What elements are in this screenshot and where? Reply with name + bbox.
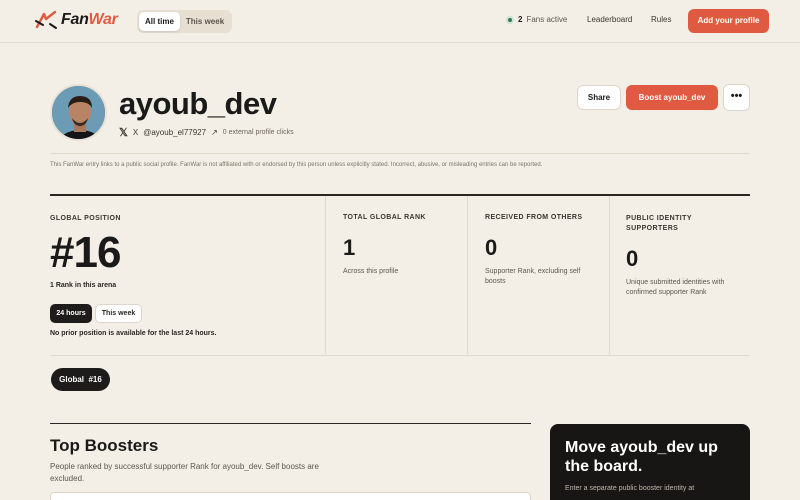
time-range-toggle: All time This week bbox=[137, 10, 233, 33]
global-position-value: #16 bbox=[50, 228, 121, 277]
total-rank-label: TOTAL GLOBAL RANK bbox=[343, 214, 426, 221]
top-bar bbox=[0, 0, 800, 43]
more-icon: ••• bbox=[730, 90, 743, 102]
status-dot-icon bbox=[506, 15, 514, 24]
supporters-value: 0 bbox=[626, 246, 639, 271]
external-link-icon[interactable]: ↗ bbox=[211, 128, 218, 137]
global-rank-badge[interactable]: Global #16 bbox=[51, 368, 110, 391]
supporters-sub: Unique submitted identities with confirm… bbox=[626, 279, 725, 296]
boosters-list bbox=[50, 492, 531, 500]
global-position-label: GLOBAL POSITION bbox=[50, 215, 121, 222]
top-boosters-description: People ranked by successful supporter Ra… bbox=[50, 462, 319, 483]
received-label: RECEIVED FROM OTHERS bbox=[485, 214, 583, 221]
tab-this-week[interactable]: This week bbox=[180, 12, 230, 31]
boost-promo-card: Move ayoub_dev up the board. Enter a sep… bbox=[550, 424, 750, 500]
badge-value: #16 bbox=[88, 375, 102, 384]
social-handle-row: 𝕏 X @ayoub_el77927 ↗ 0 external profile … bbox=[119, 126, 294, 139]
nav-leaderboard[interactable]: Leaderboard bbox=[587, 15, 632, 24]
platform-name: X bbox=[132, 128, 139, 137]
avatar-image bbox=[52, 86, 105, 139]
promo-title: Move ayoub_dev up the board. bbox=[565, 439, 718, 475]
social-handle-link[interactable]: @ayoub_el77927 bbox=[143, 128, 206, 137]
supporters-label: PUBLIC IDENTITY SUPPORTERS bbox=[626, 215, 692, 232]
badge-label: Global bbox=[59, 375, 85, 384]
received-sub: Supporter Rank, excluding self boosts bbox=[485, 268, 581, 285]
x-logo-icon: 𝕏 bbox=[119, 127, 128, 139]
disclaimer-text: This FanWar entry links to a public soci… bbox=[50, 162, 543, 168]
stats-top-rule bbox=[50, 194, 750, 196]
divider bbox=[50, 153, 750, 154]
fans-active-indicator: 2 Fans active bbox=[506, 15, 567, 24]
divider bbox=[50, 355, 750, 356]
total-rank-sub: Across this profile bbox=[343, 268, 399, 275]
fanwar-logo-icon bbox=[35, 10, 57, 29]
received-value: 0 bbox=[485, 235, 498, 260]
top-boosters-title: Top Boosters bbox=[50, 436, 159, 455]
rank-in-arena: 1 Rank in this arena bbox=[50, 282, 117, 289]
more-options-button[interactable]: ••• bbox=[723, 84, 750, 111]
brand-name: FanWar bbox=[61, 11, 118, 28]
profile-clicks-count: 0 external profile clicks bbox=[222, 129, 294, 136]
boost-button[interactable]: Boost ayoub_dev bbox=[626, 85, 718, 110]
stat-divider bbox=[325, 196, 326, 354]
fans-count: 2 bbox=[518, 15, 523, 24]
period-24h-tab[interactable]: 24 hours bbox=[50, 304, 92, 323]
boosters-rule bbox=[50, 423, 531, 424]
fans-label: Fans active bbox=[526, 15, 568, 24]
add-profile-button[interactable]: Add your profile bbox=[688, 9, 769, 33]
fanwar-logo[interactable]: FanWar bbox=[34, 10, 118, 30]
share-button[interactable]: Share bbox=[577, 85, 621, 110]
stat-divider bbox=[609, 196, 610, 354]
total-rank-value: 1 bbox=[343, 235, 356, 260]
period-this-week-tab[interactable]: This week bbox=[95, 304, 142, 323]
stat-divider bbox=[467, 196, 468, 354]
promo-text: Enter a separate public booster identity… bbox=[565, 485, 695, 492]
no-prior-position-text: No prior position is available for the l… bbox=[50, 330, 217, 337]
nav-rules[interactable]: Rules bbox=[651, 15, 671, 24]
profile-username: ayoub_dev bbox=[119, 86, 277, 121]
tab-all-time[interactable]: All time bbox=[139, 12, 180, 31]
avatar bbox=[50, 84, 107, 141]
